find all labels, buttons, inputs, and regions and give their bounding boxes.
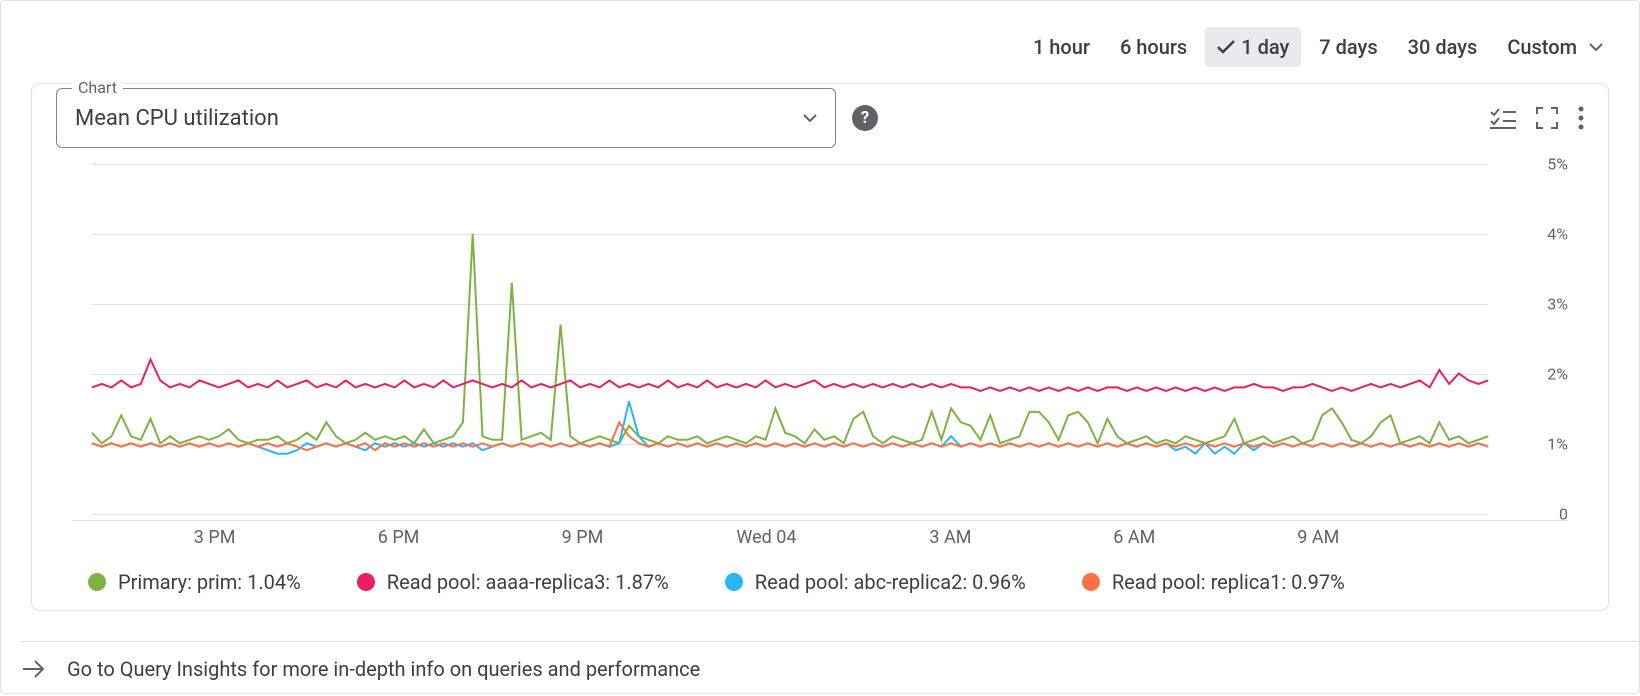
time-range-custom[interactable]: Custom <box>1495 27 1615 67</box>
more-options-icon[interactable] <box>1578 106 1584 130</box>
time-range-30-days[interactable]: 30 days <box>1396 27 1490 67</box>
legend-item-replica2[interactable]: Read pool: abc-replica2: 0.96% <box>725 570 1026 594</box>
time-range-7-days[interactable]: 7 days <box>1307 27 1389 67</box>
legend-toggle-icon[interactable] <box>1490 107 1516 129</box>
x-tick-label: 3 PM <box>194 527 236 548</box>
x-tick-label: 6 PM <box>378 527 420 548</box>
legend-label: Primary: prim: 1.04% <box>118 570 301 594</box>
chevron-down-icon <box>1589 43 1603 51</box>
legend-label: Read pool: replica1: 0.97% <box>1112 570 1345 594</box>
series-line-replica3 <box>92 359 1488 390</box>
legend-label: Read pool: abc-replica2: 0.96% <box>755 570 1026 594</box>
chart-card: Chart Mean CPU utilization ? <box>31 83 1609 611</box>
time-range-6-hours[interactable]: 6 hours <box>1108 27 1199 67</box>
legend-swatch <box>357 573 375 591</box>
chart-select-value: Mean CPU utilization <box>75 106 279 131</box>
x-tick-label: 3 AM <box>929 527 971 548</box>
chevron-down-icon <box>803 114 817 122</box>
legend-item-replica1[interactable]: Read pool: replica1: 0.97% <box>1082 570 1345 594</box>
time-range-selector: 1 hour6 hours1 day7 days30 daysCustom <box>1 1 1639 67</box>
x-axis: 3 PM6 PM9 PMWed 043 AM6 AM9 AM <box>72 520 1568 544</box>
time-range-1-hour[interactable]: 1 hour <box>1021 27 1102 67</box>
x-tick-label: 6 AM <box>1113 527 1155 548</box>
legend-swatch <box>725 573 743 591</box>
chart-actions <box>1490 106 1584 130</box>
legend-item-primary[interactable]: Primary: prim: 1.04% <box>88 570 301 594</box>
arrow-right-icon <box>21 656 47 682</box>
chart-plot: 01%2%3%4%5% <box>72 164 1568 514</box>
chart-legend: Primary: prim: 1.04% Read pool: aaaa-repl… <box>88 570 1568 594</box>
x-tick-label: Wed 04 <box>736 527 796 548</box>
legend-swatch <box>88 573 106 591</box>
fullscreen-icon[interactable] <box>1536 107 1558 129</box>
time-range-1-day[interactable]: 1 day <box>1205 27 1301 67</box>
chart-select-legend: Chart <box>72 78 123 97</box>
x-tick-label: 9 AM <box>1297 527 1339 548</box>
help-icon[interactable]: ? <box>852 105 878 131</box>
legend-item-replica3[interactable]: Read pool: aaaa-replica3: 1.87% <box>357 570 669 594</box>
legend-swatch <box>1082 573 1100 591</box>
query-insights-link[interactable]: Go to Query Insights for more in-depth i… <box>21 641 1639 696</box>
series-line-primary <box>92 234 1488 443</box>
x-tick-label: 9 PM <box>562 527 604 548</box>
chart-header: Chart Mean CPU utilization ? <box>32 84 1608 148</box>
legend-label: Read pool: aaaa-replica3: 1.87% <box>387 570 669 594</box>
chart-type-select[interactable]: Chart Mean CPU utilization <box>56 88 836 148</box>
query-insights-label: Go to Query Insights for more in-depth i… <box>67 657 700 681</box>
